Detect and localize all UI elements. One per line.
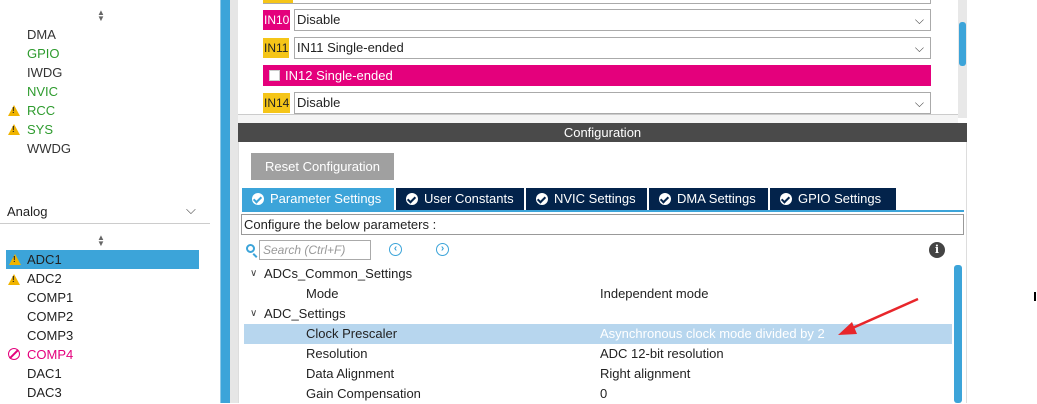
- sidebar-item-comp4[interactable]: COMP4: [27, 345, 73, 364]
- configuration-header: Configuration: [238, 123, 967, 142]
- tab-user-constants[interactable]: User Constants: [396, 188, 524, 210]
- in14-select[interactable]: Disable ⌵: [294, 92, 931, 114]
- next-icon[interactable]: ›: [436, 243, 449, 256]
- in11-select[interactable]: IN11 Single-ended ⌵: [294, 37, 931, 59]
- right-margin: [967, 0, 1037, 403]
- in12-row[interactable]: IN12 Single-ended: [263, 65, 931, 86]
- chevron-down-icon: ⌵: [914, 96, 924, 110]
- sidebar-item-rcc[interactable]: RCC: [27, 101, 55, 120]
- in10-row: IN10 Disable ⌵: [263, 9, 931, 31]
- check-circle-icon: [536, 193, 548, 205]
- sidebar-item-sys[interactable]: SYS: [27, 120, 53, 139]
- tab-parameter-settings[interactable]: Parameter Settings: [242, 188, 394, 210]
- warning-icon: [8, 124, 20, 135]
- tab-gpio-settings[interactable]: GPIO Settings: [770, 188, 896, 210]
- in10-value: Disable: [297, 12, 341, 27]
- check-circle-icon: [406, 193, 418, 205]
- sidebar-item-gpio[interactable]: GPIO: [27, 44, 60, 63]
- text-cursor-icon: [1034, 292, 1036, 301]
- warning-icon: [8, 274, 20, 285]
- sidebar-item-adc1[interactable]: ADC1: [6, 250, 199, 269]
- sidebar-item-dac3[interactable]: DAC3: [27, 383, 62, 402]
- warning-icon: [8, 105, 20, 116]
- mode-panel-bottom: [238, 114, 958, 123]
- sort-arrows-icon[interactable]: ▲ ▼: [97, 234, 105, 248]
- check-circle-icon: [659, 193, 671, 205]
- sidebar-item-nvic[interactable]: NVIC: [27, 82, 58, 101]
- sidebar-item-dma[interactable]: DMA: [27, 25, 56, 44]
- in11-value: IN11 Single-ended: [297, 40, 404, 55]
- in-row-partial: [263, 0, 931, 4]
- warning-icon: [9, 254, 21, 265]
- in11-row: IN11 IN11 Single-ended ⌵: [263, 37, 931, 59]
- in14-value: Disable: [297, 95, 341, 110]
- previous-icon[interactable]: ‹: [389, 243, 402, 256]
- chevron-down-icon: ⌵: [914, 13, 924, 27]
- check-circle-icon: [780, 193, 792, 205]
- category-analog[interactable]: Analog ⌵: [0, 200, 210, 224]
- chevron-down-icon: ⌵: [914, 41, 924, 55]
- sidebar-scrollbar[interactable]: [220, 0, 230, 403]
- info-icon[interactable]: i: [929, 242, 945, 258]
- in10-select[interactable]: Disable ⌵: [294, 9, 931, 31]
- sidebar-item-adc2[interactable]: ADC2: [27, 269, 62, 288]
- in10-label: IN10: [263, 10, 291, 30]
- tab-nvic-settings[interactable]: NVIC Settings: [526, 188, 647, 210]
- sidebar-item-wwdg[interactable]: WWDG: [27, 139, 71, 158]
- tree-param-data-alignment[interactable]: Data Alignment Right alignment: [244, 364, 952, 384]
- search-input[interactable]: Search (Ctrl+F): [259, 240, 371, 260]
- chevron-down-icon: ⌵: [186, 202, 196, 217]
- reset-configuration-button[interactable]: Reset Configuration: [251, 153, 394, 180]
- tab-underline: [242, 210, 964, 212]
- in12-label: IN12 Single-ended: [285, 68, 393, 83]
- tree-param-resolution[interactable]: Resolution ADC 12-bit resolution: [244, 344, 952, 364]
- tab-dma-settings[interactable]: DMA Settings: [649, 188, 768, 210]
- panel-gutter: [230, 0, 238, 403]
- category-label: Analog: [7, 204, 48, 219]
- caret-down-icon: ∨: [250, 308, 258, 319]
- mode-scrollbar-thumb[interactable]: [959, 22, 966, 66]
- annotation-arrow-icon: [838, 297, 919, 335]
- configure-description: Configure the below parameters :: [241, 214, 964, 235]
- parameter-scrollbar-thumb[interactable]: [954, 265, 962, 403]
- in14-label: IN14: [263, 93, 291, 113]
- sidebar-item-iwdg[interactable]: IWDG: [27, 63, 62, 82]
- tree-group-adcs-common[interactable]: ∨ ADCs_Common_Settings: [244, 264, 952, 284]
- caret-down-icon: ∨: [250, 268, 258, 279]
- in12-checkbox[interactable]: [269, 70, 280, 81]
- component-sidebar: ▲▼ DMA GPIO IWDG NVIC RCC SYS WWDG Analo…: [0, 0, 220, 403]
- check-circle-icon: [252, 193, 264, 205]
- sidebar-item-comp3[interactable]: COMP3: [27, 326, 73, 345]
- sort-arrows-icon[interactable]: ▲ ▼: [97, 9, 105, 23]
- sidebar-item-dac1[interactable]: DAC1: [27, 364, 62, 383]
- sidebar-item-comp2[interactable]: COMP2: [27, 307, 73, 326]
- tree-param-gain-compensation[interactable]: Gain Compensation 0: [244, 384, 952, 404]
- sidebar-item-comp1[interactable]: COMP1: [27, 288, 73, 307]
- disabled-icon: [8, 348, 20, 360]
- in11-label: IN11: [263, 38, 290, 58]
- search-icon: [246, 244, 255, 253]
- in14-row: IN14 Disable ⌵: [263, 92, 931, 114]
